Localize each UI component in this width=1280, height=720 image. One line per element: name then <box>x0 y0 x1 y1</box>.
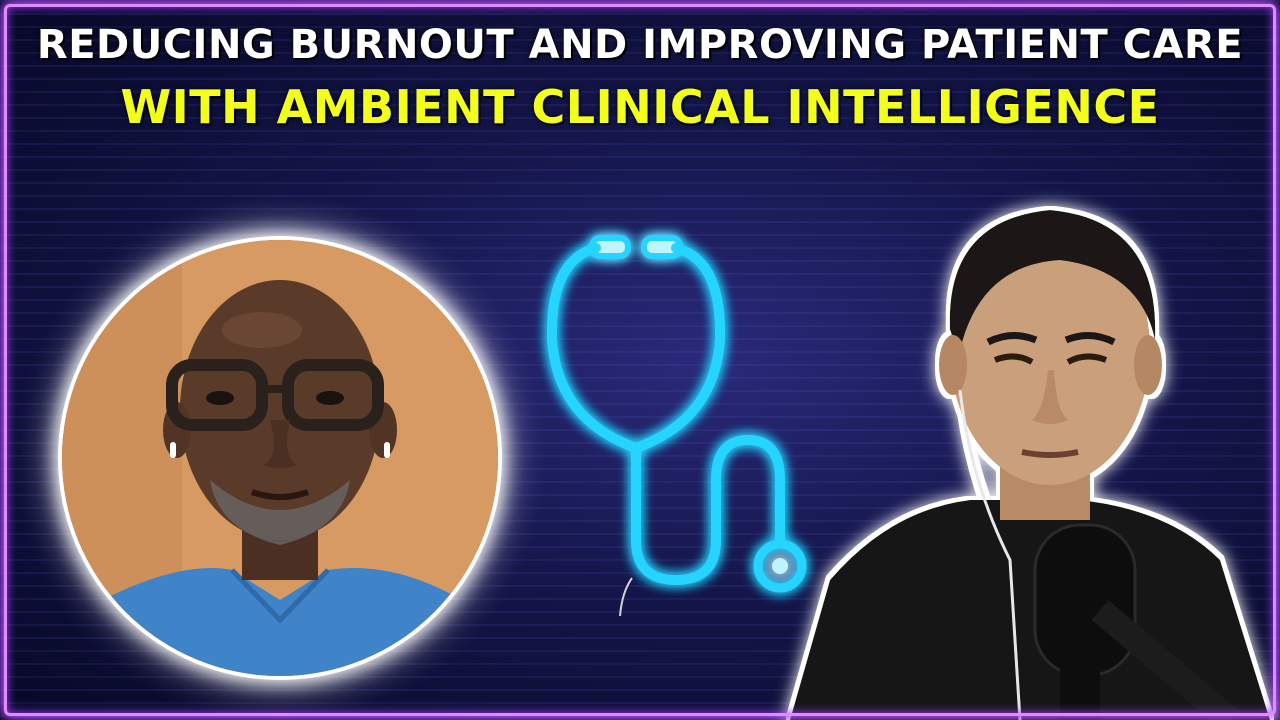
title-line-2: WITH AMBIENT CLINICAL INTELLIGENCE <box>120 80 1160 134</box>
thumbnail: REDUCING BURNOUT AND IMPROVING PATIENT C… <box>0 0 1280 720</box>
host-portrait <box>790 210 1270 720</box>
guest-figure <box>62 240 498 676</box>
guest-portrait <box>62 240 498 676</box>
title-line-1: REDUCING BURNOUT AND IMPROVING PATIENT C… <box>36 22 1244 68</box>
stethoscope-icon <box>546 235 807 617</box>
